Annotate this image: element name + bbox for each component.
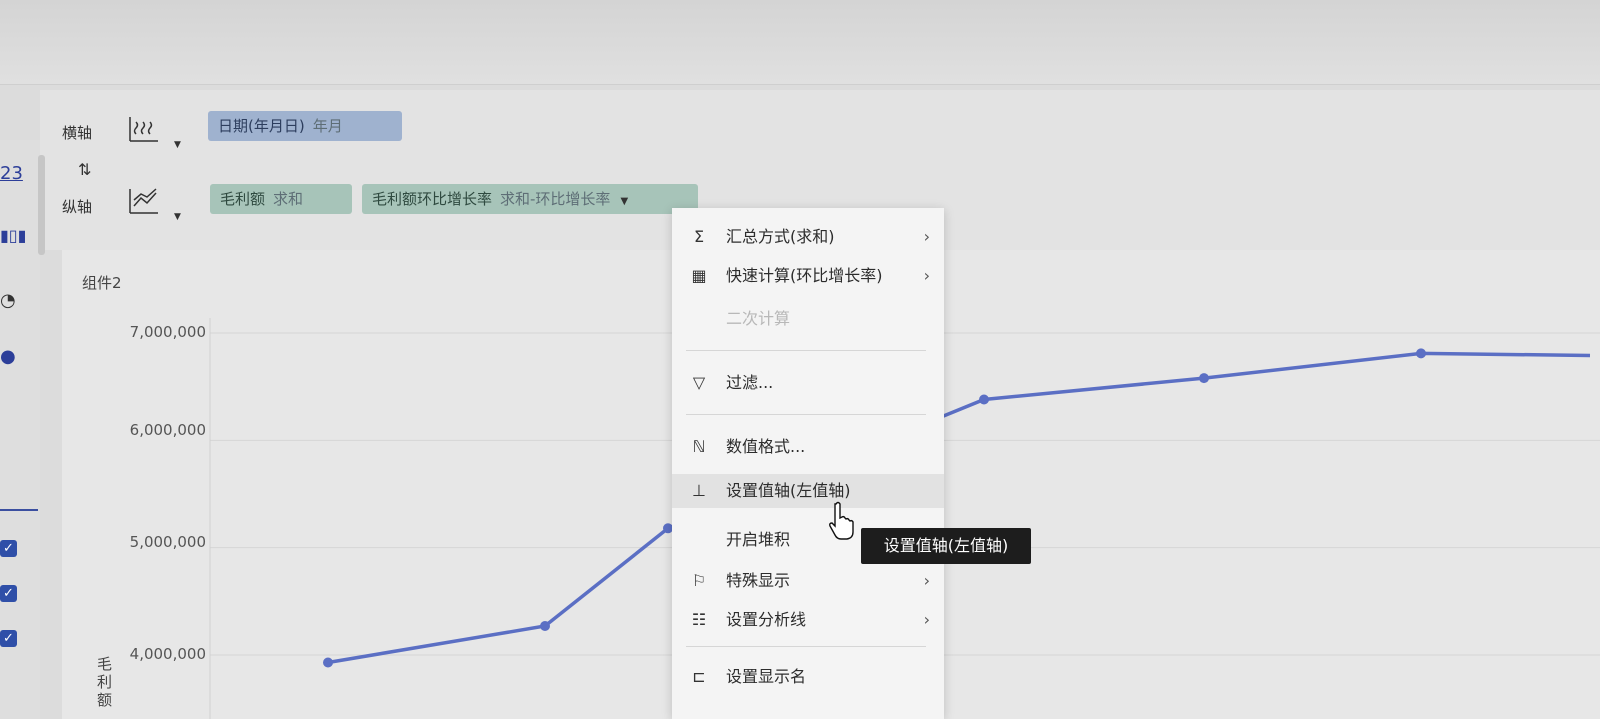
- sigma-icon: Σ: [693, 227, 705, 246]
- menu-item-label: 设置显示名: [726, 667, 807, 686]
- submenu-chevron-icon: ›: [923, 571, 930, 590]
- menu-item[interactable]: ⊥ 设置值轴(左值轴): [672, 474, 944, 508]
- chart-plot: [323, 348, 1591, 668]
- menu-item[interactable]: ▦ 快速计算(环比增长率) ›: [672, 259, 944, 293]
- data-point[interactable]: [1199, 373, 1209, 384]
- menu-item[interactable]: ⚐ 特殊显示 ›: [672, 564, 944, 598]
- menu-item[interactable]: ℕ 数值格式...: [672, 430, 944, 464]
- hand-cursor-icon: [829, 501, 854, 540]
- menu-item: 二次计算: [672, 302, 944, 336]
- menu-item-label: 特殊显示: [726, 571, 791, 590]
- menu-item-label: 数值格式...: [726, 437, 806, 456]
- menu-item-label: 二次计算: [726, 309, 791, 328]
- tooltip: 设置值轴(左值轴): [861, 528, 1031, 564]
- analysis-line-icon: ☷: [691, 610, 707, 629]
- data-point[interactable]: [1416, 348, 1426, 359]
- flag-icon: ⚐: [691, 571, 707, 590]
- menu-item-label: 快速计算(环比增长率): [726, 266, 883, 285]
- menu-item[interactable]: Σ 汇总方式(求和) ›: [672, 220, 944, 254]
- menu-item[interactable]: ▽ 过滤...: [672, 366, 944, 400]
- data-point[interactable]: [323, 657, 333, 668]
- menu-item[interactable]: ⊏ 设置显示名: [672, 660, 944, 694]
- submenu-chevron-icon: ›: [923, 610, 930, 629]
- menu-item-label: 汇总方式(求和): [726, 227, 835, 246]
- menu-separator: [686, 350, 926, 351]
- display-name-icon: ⊏: [692, 667, 706, 686]
- value-axis-icon: ⊥: [692, 481, 706, 500]
- menu-item[interactable]: ☷ 设置分析线 ›: [672, 603, 944, 637]
- field-context-menu: Σ 汇总方式(求和) › ▦ 快速计算(环比增长率) › 二次计算 ▽ 过滤... ℕ 数值格式..…: [672, 208, 944, 719]
- submenu-chevron-icon: ›: [923, 227, 930, 246]
- menu-item-label: 开启堆积: [726, 530, 791, 549]
- menu-item-label: 过滤...: [726, 373, 774, 392]
- calculator-icon: ▦: [691, 266, 707, 285]
- series-line: [327, 351, 1591, 665]
- number-format-icon: ℕ: [692, 437, 706, 456]
- menu-item-label: 设置分析线: [726, 610, 807, 629]
- data-point[interactable]: [540, 621, 550, 631]
- menu-separator: [686, 646, 926, 647]
- data-point[interactable]: [979, 394, 989, 405]
- filter-icon: ▽: [692, 373, 706, 392]
- submenu-chevron-icon: ›: [923, 266, 930, 285]
- menu-separator: [686, 414, 926, 415]
